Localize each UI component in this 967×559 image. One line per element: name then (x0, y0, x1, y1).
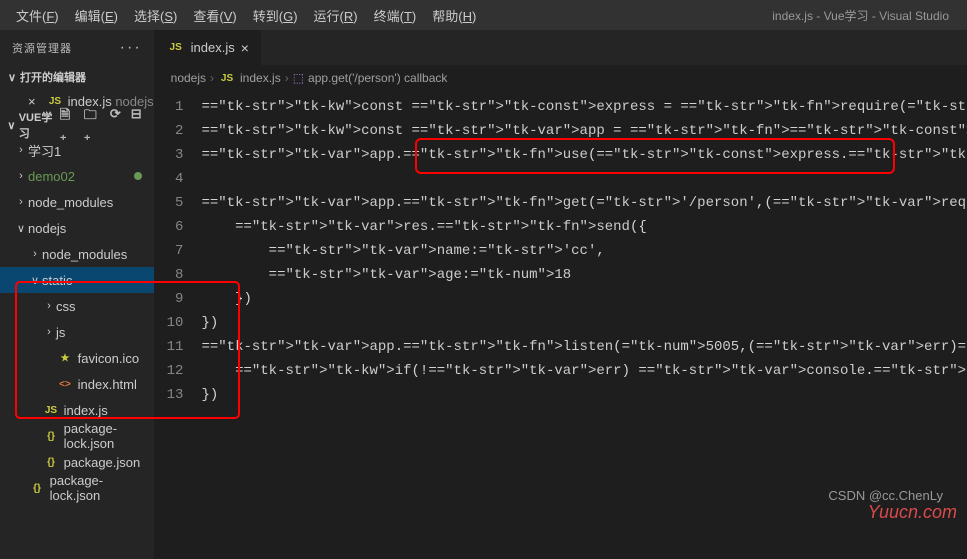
tree-item-label: node_modules (42, 247, 154, 262)
json-icon: {} (42, 431, 60, 442)
watermark-site: Yuucn.com (868, 502, 957, 523)
tree-item-label: node_modules (28, 195, 154, 210)
window-title: index.js - Vue学习 - Visual Studio (772, 7, 959, 24)
workspace-section[interactable]: ∨ VUE学习 🗎₊ 🗀₊ ⟳ ⊟ (0, 113, 154, 137)
chevron-right-icon: › (14, 196, 28, 208)
watermark-csdn: CSDN @cc.ChenLy (828, 488, 943, 503)
folder-node_modules[interactable]: ›node_modules (0, 189, 154, 215)
close-icon[interactable]: × (28, 94, 46, 109)
more-icon[interactable]: ··· (120, 39, 142, 57)
chevron-right-icon: › (285, 71, 289, 85)
json-icon: {} (28, 483, 46, 494)
tree-item-label: 学习1 (28, 141, 154, 160)
menubar: 文件(F)编辑(E)选择(S)查看(V)转到(G)运行(R)终端(T)帮助(H)… (0, 0, 967, 30)
json-icon: {} (42, 457, 60, 468)
file-package-lock.json[interactable]: {} package-lock.json (0, 475, 154, 501)
folder-node_modules[interactable]: ›node_modules (0, 241, 154, 267)
menu-g[interactable]: 转到(G) (245, 6, 306, 25)
file-package-lock.json[interactable]: {} package-lock.json (0, 423, 154, 449)
tree-item-label: demo02 (28, 169, 134, 184)
menu-e[interactable]: 编辑(E) (67, 6, 126, 25)
close-icon[interactable]: × (241, 40, 249, 56)
folder-学习1[interactable]: ›学习1 (0, 137, 154, 163)
editor-tab[interactable]: JS index.js × (155, 30, 262, 65)
symbol-icon: ⬚ (293, 71, 304, 85)
js-file-icon: JS (218, 73, 236, 84)
menu-f[interactable]: 文件(F) (8, 6, 67, 25)
editor-area: JS index.js × nodejs › JS index.js › ⬚ a… (155, 30, 967, 559)
tab-title: index.js (191, 40, 235, 55)
tree-item-label: nodejs (28, 221, 154, 236)
chevron-right-icon: › (28, 248, 42, 260)
js-file-icon: JS (167, 42, 185, 53)
chevron-down-icon: ∨ (14, 222, 28, 235)
chevron-down-icon: ∨ (4, 119, 19, 132)
tab-bar: JS index.js × (155, 30, 967, 65)
folder-demo02[interactable]: ›demo02 (0, 163, 154, 189)
explorer-header: 资源管理器 ··· (0, 30, 154, 65)
menu-h[interactable]: 帮助(H) (424, 6, 484, 25)
file-package.json[interactable]: {} package.json (0, 449, 154, 475)
chevron-right-icon: › (14, 144, 28, 156)
js-file-icon: JS (46, 96, 64, 107)
tree-item-label: package-lock.json (64, 421, 154, 451)
menu-r[interactable]: 运行(R) (306, 6, 366, 25)
menu-s[interactable]: 选择(S) (126, 6, 185, 25)
breadcrumb[interactable]: nodejs › JS index.js › ⬚ app.get('/perso… (155, 65, 967, 91)
open-editors-section[interactable]: ∨ 打开的编辑器 (0, 65, 154, 89)
highlight-box-code (415, 138, 895, 174)
chevron-right-icon: › (210, 71, 214, 85)
tree-item-label: package.json (64, 455, 154, 470)
chevron-right-icon: › (14, 170, 28, 182)
menu-v[interactable]: 查看(V) (185, 6, 244, 25)
highlight-box-tree (15, 281, 240, 419)
tree-item-label: package-lock.json (50, 473, 154, 503)
folder-nodejs[interactable]: ∨nodejs (0, 215, 154, 241)
chevron-down-icon: ∨ (4, 71, 20, 84)
menu-t[interactable]: 终端(T) (366, 6, 425, 25)
modified-dot-icon (134, 172, 142, 180)
